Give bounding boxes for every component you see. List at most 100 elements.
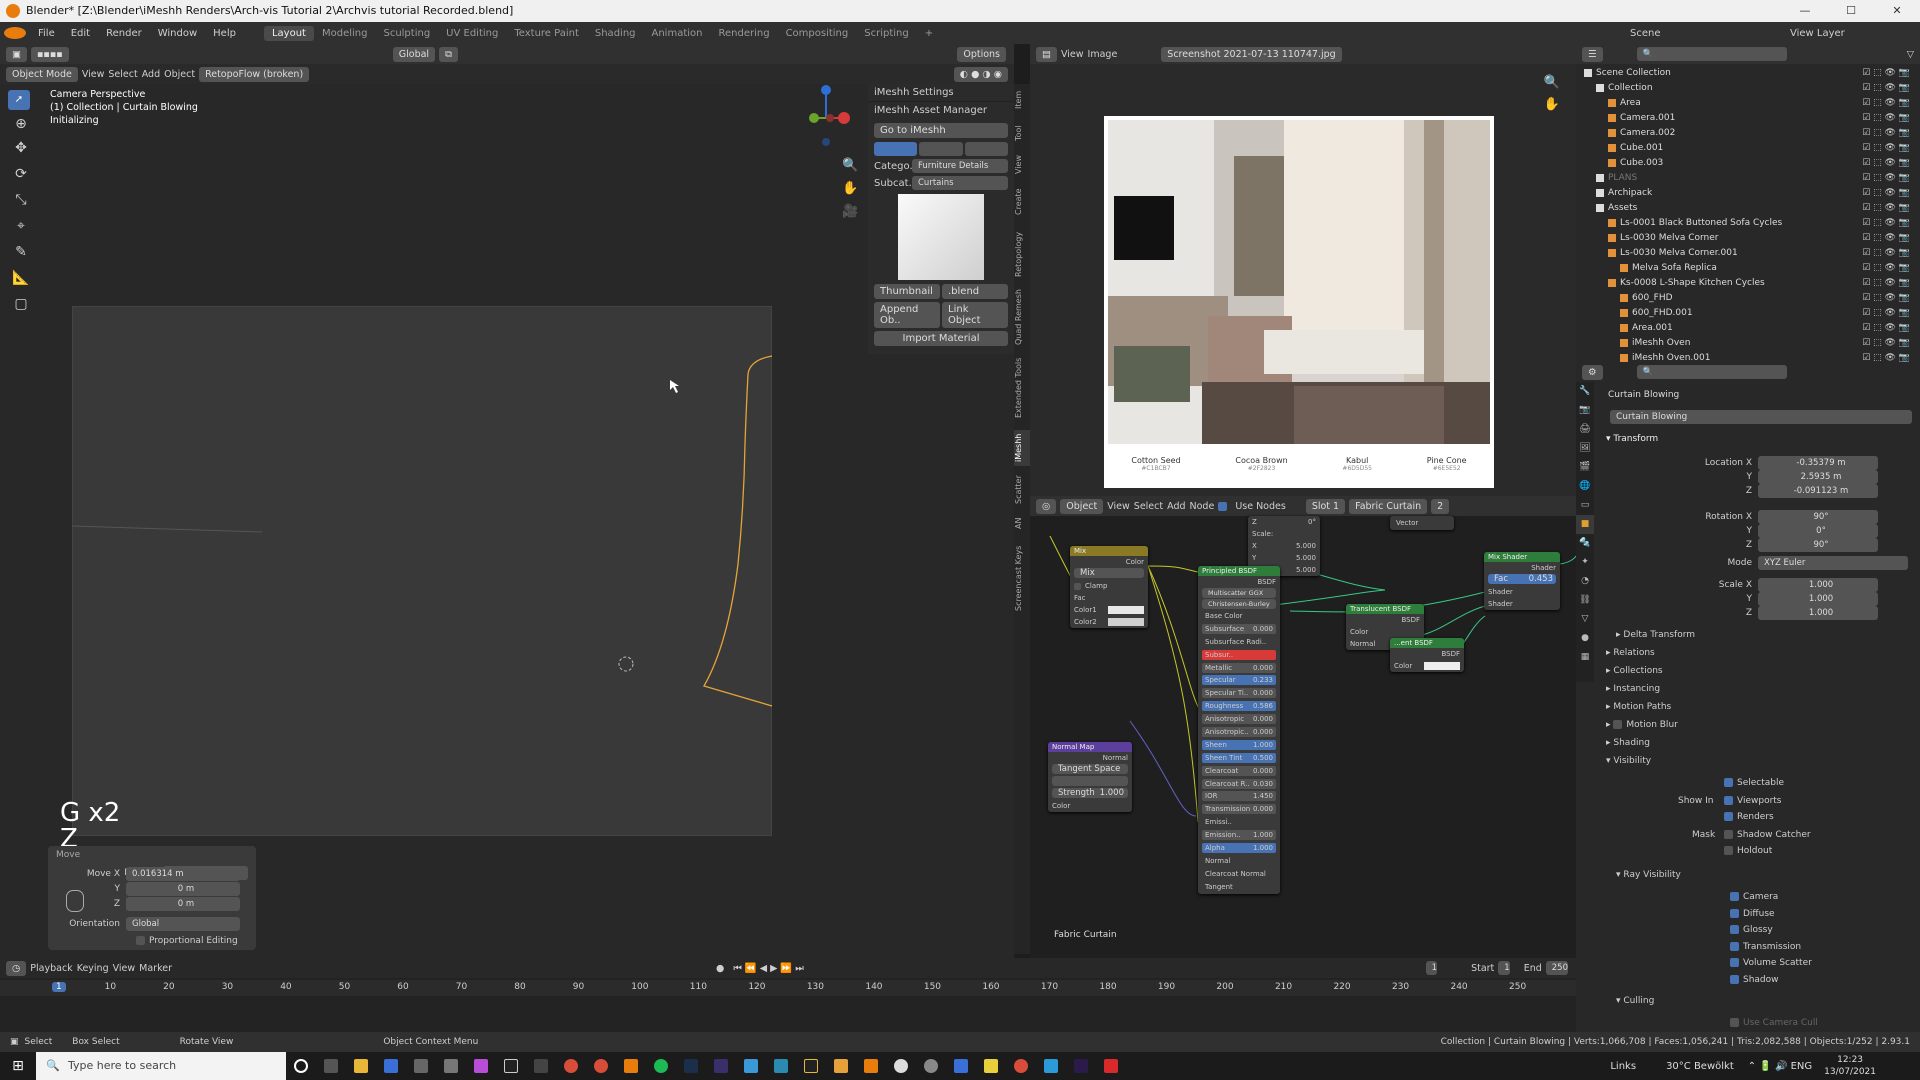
outliner-search-field[interactable]: 🔍 bbox=[1636, 47, 1787, 61]
outliner-row[interactable]: iMeshh Oven ☑ ⬚ 👁 📷 bbox=[1576, 336, 1920, 351]
node-menu-node[interactable]: Node bbox=[1190, 501, 1215, 512]
clock[interactable]: 12:23 13/07/2021 bbox=[1824, 1054, 1876, 1078]
principled-input-row[interactable]: Sheen Tint 0.500 bbox=[1198, 752, 1280, 765]
principled-input-row[interactable]: Anisotropic 0.000 bbox=[1198, 714, 1280, 726]
asset-thumbnail[interactable] bbox=[898, 194, 984, 280]
blend-button[interactable]: .blend bbox=[942, 284, 1008, 299]
object-name-field[interactable]: Curtain Blowing bbox=[1610, 410, 1912, 424]
proportional-checkbox[interactable] bbox=[136, 936, 145, 945]
mode-dropdown[interactable]: Object Mode bbox=[6, 66, 78, 82]
ray-visibility-row[interactable]: Glossy bbox=[1730, 925, 1812, 942]
outliner-type-icon[interactable]: ☰ bbox=[1582, 46, 1603, 62]
subsurface-method-dropdown[interactable]: Christensen-Burley bbox=[1202, 599, 1276, 609]
selectable-row[interactable]: Selectable bbox=[1724, 778, 1784, 788]
particles-tab-icon[interactable]: ✦ bbox=[1576, 553, 1594, 572]
menu-window[interactable]: Window bbox=[150, 28, 205, 39]
principled-input-row[interactable]: Transmission 0.000 bbox=[1198, 804, 1280, 816]
outliner-row[interactable]: Melva Sofa Replica ☑ ⬚ 👁 📷 bbox=[1576, 261, 1920, 276]
principled-input-row[interactable]: Metallic 0.000 bbox=[1198, 662, 1280, 675]
app-icon[interactable] bbox=[804, 1059, 818, 1073]
image-menu-view[interactable]: View bbox=[1061, 49, 1084, 60]
timeline-ruler[interactable]: 1 10 20 30 40 50 60 70 80 90 100 110 120 130 140 150 160… bbox=[0, 980, 1576, 996]
workspace-tab-modeling[interactable]: Modeling bbox=[314, 26, 376, 41]
outliner-row[interactable]: Collection ☑ ⬚ 👁 📷 bbox=[1576, 81, 1920, 96]
location-y-field[interactable]: 2.5935 m bbox=[1758, 470, 1878, 484]
location-x-field[interactable]: -0.35379 m bbox=[1758, 456, 1878, 470]
shading-section[interactable]: ▸ Shading bbox=[1606, 738, 1650, 748]
tab-an[interactable]: AN bbox=[1014, 514, 1030, 532]
ray-visibility-row[interactable]: Volume Scatter bbox=[1730, 958, 1812, 975]
model-tab-icon[interactable] bbox=[874, 142, 918, 156]
texture-tab-icon[interactable]: ▦ bbox=[1576, 648, 1594, 667]
shadow-catcher-row[interactable]: Shadow Catcher bbox=[1724, 830, 1811, 840]
media-encoder-icon[interactable] bbox=[714, 1059, 728, 1073]
blender-menu-icon[interactable] bbox=[4, 27, 26, 39]
close-button[interactable]: ✕ bbox=[1874, 0, 1920, 22]
outliner-row[interactable]: 600_FHD.001 ☑ ⬚ 👁 📷 bbox=[1576, 306, 1920, 321]
collections-section[interactable]: ▸ Collections bbox=[1606, 666, 1663, 676]
outliner-row[interactable]: Area ☑ ⬚ 👁 📷 bbox=[1576, 96, 1920, 111]
renders-row[interactable]: Renders bbox=[1724, 812, 1774, 822]
notion-icon[interactable] bbox=[504, 1059, 518, 1073]
menu-edit[interactable]: Edit bbox=[63, 28, 98, 39]
properties-search-field[interactable]: 🔍 bbox=[1636, 365, 1787, 379]
menu-render[interactable]: Render bbox=[98, 28, 150, 39]
principled-input-row[interactable]: Clearcoat R.. 0.030 bbox=[1198, 778, 1280, 791]
visibility-toggles-icon[interactable]: ☑ ⬚ 👁 📷 bbox=[1862, 201, 1910, 216]
node-menu-select[interactable]: Select bbox=[1134, 501, 1163, 512]
rotation-z-field[interactable]: 90° bbox=[1758, 538, 1878, 552]
workspace-tab-animation[interactable]: Animation bbox=[644, 26, 711, 41]
import-material-button[interactable]: Import Material bbox=[874, 331, 1008, 346]
principled-input-row[interactable]: Subsur.. bbox=[1198, 649, 1280, 662]
mix-shader-fac-field[interactable]: Fac 0.453 bbox=[1488, 574, 1556, 584]
outliner-row[interactable]: Ks-0008 L-Shape Kitchen Cycles ☑ ⬚ 👁 📷 bbox=[1576, 276, 1920, 291]
tab-extended-tools[interactable]: Extended Tools bbox=[1014, 352, 1030, 424]
workspace-tab-shading[interactable]: Shading bbox=[587, 26, 644, 41]
zoom-icon[interactable]: 🔍 bbox=[1544, 72, 1560, 94]
delta-transform-section[interactable]: ▸ Delta Transform bbox=[1616, 630, 1695, 640]
scale-y-field[interactable]: 1.000 bbox=[1758, 592, 1878, 606]
visibility-toggles-icon[interactable]: ☑ ⬚ 👁 📷 bbox=[1862, 246, 1910, 261]
scale-z-field[interactable]: 1.000 bbox=[1758, 606, 1878, 620]
shading-mode-icons[interactable]: ◐ ● ◑ ◉ bbox=[953, 66, 1008, 82]
editor-type-icon[interactable]: ▣ bbox=[6, 46, 27, 62]
cortana-icon[interactable] bbox=[294, 1059, 308, 1073]
visibility-toggles-icon[interactable]: ☑ ⬚ 👁 📷 bbox=[1862, 216, 1910, 231]
normal-map-node[interactable]: Normal Map Normal Tangent Space Strength… bbox=[1048, 742, 1132, 812]
tab-tool[interactable]: Tool bbox=[1014, 120, 1030, 146]
menu-file[interactable]: File bbox=[30, 28, 63, 39]
timeline-type-icon[interactable]: ◷ bbox=[6, 960, 27, 976]
chrome-icon[interactable] bbox=[594, 1059, 608, 1073]
imeshh-asset-manager-header[interactable]: iMeshh Asset Manager bbox=[868, 102, 1014, 119]
mix-rgb-node[interactable]: Mix Color Mix Clamp Fac Color1 Color2 bbox=[1070, 546, 1148, 628]
material-users-count[interactable]: 2 bbox=[1431, 498, 1450, 514]
visibility-toggles-icon[interactable]: ☑ ⬚ 👁 📷 bbox=[1862, 336, 1910, 351]
outliner-row[interactable]: 600_FHD ☑ ⬚ 👁 📷 bbox=[1576, 291, 1920, 306]
menu-help[interactable]: Help bbox=[205, 28, 244, 39]
material-name-field[interactable]: Fabric Curtain bbox=[1349, 498, 1428, 514]
scale-x-field[interactable]: 1.000 bbox=[1758, 578, 1878, 592]
view-layer-tab-icon[interactable]: 🖼 bbox=[1576, 439, 1594, 458]
material-tab-icon[interactable]: ● bbox=[1576, 629, 1594, 648]
principled-input-row[interactable]: Emissi.. bbox=[1198, 817, 1280, 829]
chrome-icon[interactable] bbox=[1014, 1059, 1028, 1073]
principled-input-row[interactable]: Sheen 1.000 bbox=[1198, 739, 1280, 752]
visibility-toggles-icon[interactable]: ☑ ⬚ 👁 📷 bbox=[1862, 81, 1910, 96]
thumbnail-button[interactable]: Thumbnail bbox=[874, 284, 940, 299]
outliner-row[interactable]: Assets ☑ ⬚ 👁 📷 bbox=[1576, 201, 1920, 216]
app-icon[interactable] bbox=[774, 1059, 788, 1073]
app-icon[interactable] bbox=[534, 1059, 548, 1073]
data-tab-icon[interactable]: ▽ bbox=[1576, 610, 1594, 629]
tool-tab-icon[interactable]: 🔧 bbox=[1576, 382, 1594, 401]
timeline[interactable]: ◷ Playback Keying View Marker ● ⏮ ⏪ ◀ ▶ … bbox=[0, 958, 1576, 1040]
timeline-menu-marker[interactable]: Marker bbox=[139, 963, 172, 974]
app-icon[interactable] bbox=[894, 1059, 908, 1073]
visibility-toggles-icon[interactable]: ☑ ⬚ 👁 📷 bbox=[1862, 306, 1910, 321]
imeshh-settings-header[interactable]: iMeshh Settings bbox=[868, 84, 1014, 102]
blender-taskbar-icon[interactable] bbox=[624, 1059, 638, 1073]
principled-input-row[interactable]: Subsurface Radi.. bbox=[1198, 637, 1280, 649]
rotation-mode-dropdown[interactable]: XYZ Euler bbox=[1758, 556, 1908, 570]
principled-input-row[interactable]: Clearcoat 0.000 bbox=[1198, 765, 1280, 778]
visibility-toggles-icon[interactable]: ☑ ⬚ 👁 📷 bbox=[1862, 291, 1910, 306]
principled-input-row[interactable]: Tangent bbox=[1198, 882, 1280, 894]
